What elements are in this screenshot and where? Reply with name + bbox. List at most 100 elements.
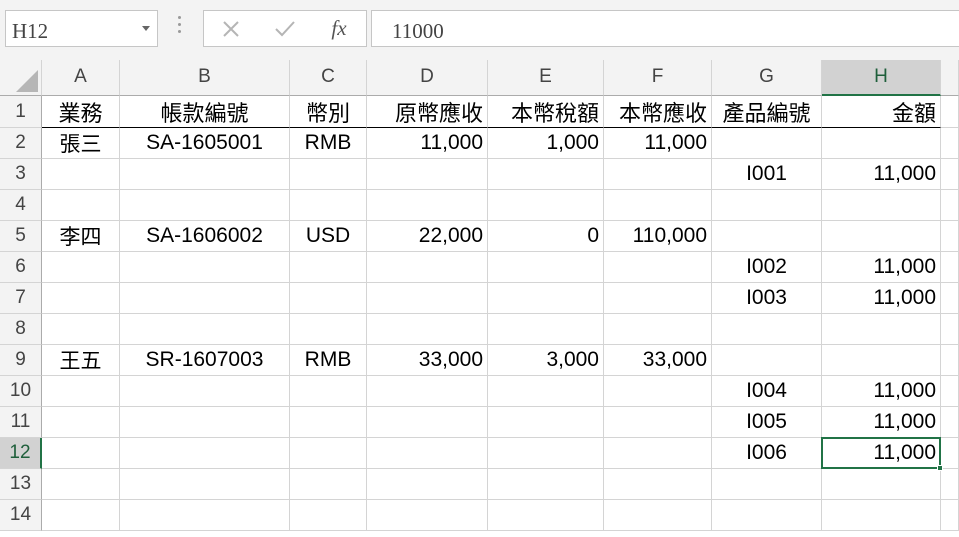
enter-button[interactable] bbox=[260, 11, 310, 46]
cell-g8[interactable] bbox=[712, 314, 822, 345]
cell-a8[interactable] bbox=[42, 314, 120, 345]
cell-g9[interactable] bbox=[712, 345, 822, 376]
cell-g5[interactable] bbox=[712, 221, 822, 252]
cell-partial-4[interactable] bbox=[941, 190, 959, 221]
cell-f1[interactable]: 本幣應收 bbox=[604, 96, 712, 128]
cell-g12[interactable]: I006 bbox=[712, 438, 822, 469]
cell-e1[interactable]: 本幣稅額 bbox=[488, 96, 604, 128]
cell-e2[interactable]: 1,000 bbox=[488, 128, 604, 159]
column-header-d[interactable]: D bbox=[367, 60, 488, 96]
cell-g6[interactable]: I002 bbox=[712, 252, 822, 283]
cell-h3[interactable]: 11,000 bbox=[822, 159, 941, 190]
cell-c10[interactable] bbox=[290, 376, 367, 407]
cell-c2[interactable]: RMB bbox=[290, 128, 367, 159]
formula-input[interactable]: 11000 bbox=[371, 10, 959, 47]
cell-e14[interactable] bbox=[488, 500, 604, 531]
cell-f9[interactable]: 33,000 bbox=[604, 345, 712, 376]
cell-f2[interactable]: 11,000 bbox=[604, 128, 712, 159]
cell-h9[interactable] bbox=[822, 345, 941, 376]
column-header-g[interactable]: G bbox=[712, 60, 822, 96]
row-header-1[interactable]: 1 bbox=[0, 96, 42, 128]
cell-f14[interactable] bbox=[604, 500, 712, 531]
cancel-button[interactable] bbox=[206, 11, 256, 46]
cell-e13[interactable] bbox=[488, 469, 604, 500]
cell-b3[interactable] bbox=[120, 159, 290, 190]
cell-b11[interactable] bbox=[120, 407, 290, 438]
cell-partial-10[interactable] bbox=[941, 376, 959, 407]
cell-e4[interactable] bbox=[488, 190, 604, 221]
cell-e12[interactable] bbox=[488, 438, 604, 469]
cell-c6[interactable] bbox=[290, 252, 367, 283]
cell-a11[interactable] bbox=[42, 407, 120, 438]
cell-g13[interactable] bbox=[712, 469, 822, 500]
cell-c7[interactable] bbox=[290, 283, 367, 314]
cell-a9[interactable]: 王五 bbox=[42, 345, 120, 376]
cell-e10[interactable] bbox=[488, 376, 604, 407]
row-header-5[interactable]: 5 bbox=[0, 221, 42, 252]
cell-d12[interactable] bbox=[367, 438, 488, 469]
cell-d4[interactable] bbox=[367, 190, 488, 221]
cell-a7[interactable] bbox=[42, 283, 120, 314]
cell-partial-13[interactable] bbox=[941, 469, 959, 500]
cell-f5[interactable]: 110,000 bbox=[604, 221, 712, 252]
cell-a5[interactable]: 李四 bbox=[42, 221, 120, 252]
cell-c9[interactable]: RMB bbox=[290, 345, 367, 376]
row-header-4[interactable]: 4 bbox=[0, 190, 42, 221]
cell-g11[interactable]: I005 bbox=[712, 407, 822, 438]
cell-d2[interactable]: 11,000 bbox=[367, 128, 488, 159]
cell-g7[interactable]: I003 bbox=[712, 283, 822, 314]
cell-partial-9[interactable] bbox=[941, 345, 959, 376]
row-header-2[interactable]: 2 bbox=[0, 128, 42, 159]
cell-b4[interactable] bbox=[120, 190, 290, 221]
cell-b2[interactable]: SA-1605001 bbox=[120, 128, 290, 159]
cell-d9[interactable]: 33,000 bbox=[367, 345, 488, 376]
cell-c8[interactable] bbox=[290, 314, 367, 345]
cell-h13[interactable] bbox=[822, 469, 941, 500]
cell-a6[interactable] bbox=[42, 252, 120, 283]
chevron-down-icon[interactable] bbox=[142, 26, 150, 31]
column-header-e[interactable]: E bbox=[488, 60, 604, 96]
cell-d14[interactable] bbox=[367, 500, 488, 531]
cell-b1[interactable]: 帳款編號 bbox=[120, 96, 290, 128]
cell-partial-11[interactable] bbox=[941, 407, 959, 438]
drag-handle-icon[interactable] bbox=[176, 16, 182, 40]
cell-f4[interactable] bbox=[604, 190, 712, 221]
cell-g4[interactable] bbox=[712, 190, 822, 221]
row-header-13[interactable]: 13 bbox=[0, 469, 42, 500]
cell-a4[interactable] bbox=[42, 190, 120, 221]
row-header-8[interactable]: 8 bbox=[0, 314, 42, 345]
cell-partial-1[interactable] bbox=[941, 96, 959, 128]
cell-b7[interactable] bbox=[120, 283, 290, 314]
column-header-f[interactable]: F bbox=[604, 60, 712, 96]
cell-h7[interactable]: 11,000 bbox=[822, 283, 941, 314]
cell-f12[interactable] bbox=[604, 438, 712, 469]
cell-partial-6[interactable] bbox=[941, 252, 959, 283]
cell-partial-8[interactable] bbox=[941, 314, 959, 345]
cell-c3[interactable] bbox=[290, 159, 367, 190]
cell-b9[interactable]: SR-1607003 bbox=[120, 345, 290, 376]
cell-b12[interactable] bbox=[120, 438, 290, 469]
cell-b13[interactable] bbox=[120, 469, 290, 500]
cell-partial-12[interactable] bbox=[941, 438, 959, 469]
row-header-10[interactable]: 10 bbox=[0, 376, 42, 407]
cell-a10[interactable] bbox=[42, 376, 120, 407]
cell-f6[interactable] bbox=[604, 252, 712, 283]
cell-h14[interactable] bbox=[822, 500, 941, 531]
cell-b10[interactable] bbox=[120, 376, 290, 407]
select-all-button[interactable] bbox=[0, 60, 42, 96]
cell-g1[interactable]: 產品編號 bbox=[712, 96, 822, 128]
cell-a12[interactable] bbox=[42, 438, 120, 469]
cell-d13[interactable] bbox=[367, 469, 488, 500]
cell-d6[interactable] bbox=[367, 252, 488, 283]
cell-h1[interactable]: 金額 bbox=[822, 96, 941, 128]
cell-g3[interactable]: I001 bbox=[712, 159, 822, 190]
column-header-c[interactable]: C bbox=[290, 60, 367, 96]
row-header-12[interactable]: 12 bbox=[0, 438, 42, 469]
row-header-14[interactable]: 14 bbox=[0, 500, 42, 531]
cell-partial-2[interactable] bbox=[941, 128, 959, 159]
cell-g14[interactable] bbox=[712, 500, 822, 531]
column-header-h[interactable]: H bbox=[822, 60, 941, 96]
cell-d7[interactable] bbox=[367, 283, 488, 314]
cell-c14[interactable] bbox=[290, 500, 367, 531]
cell-partial-14[interactable] bbox=[941, 500, 959, 531]
